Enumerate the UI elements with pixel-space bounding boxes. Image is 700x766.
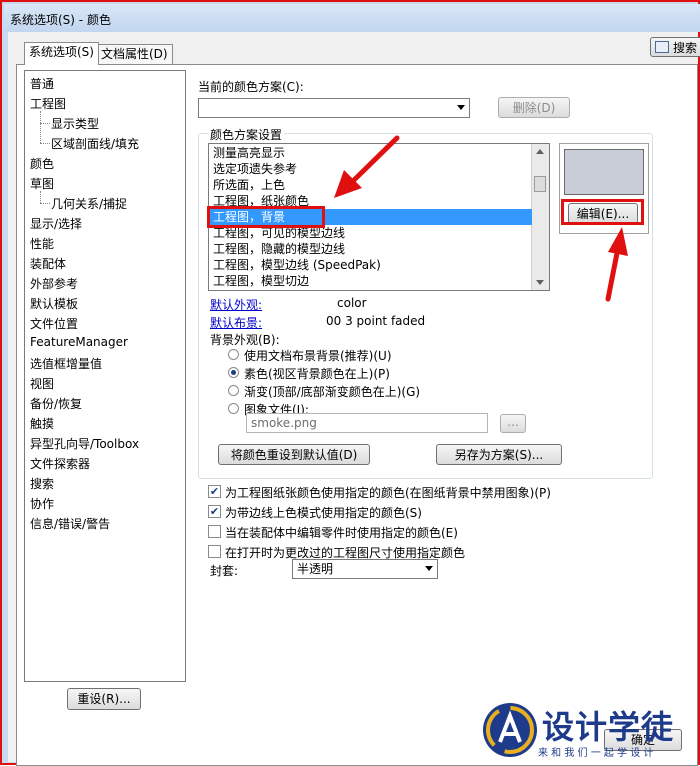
tab-system-options[interactable]: 系统选项(S) bbox=[24, 42, 99, 65]
arrow-line-1 bbox=[349, 135, 400, 185]
annotation-arrows bbox=[334, 135, 628, 302]
arrow-head-2 bbox=[608, 227, 628, 256]
watermark-logo: 设计学徒 来 和 我 们 一 起 学 设 计 bbox=[476, 698, 696, 760]
watermark-name: 设计学徒 bbox=[542, 708, 675, 746]
arrow-line-2 bbox=[605, 245, 621, 302]
logo-icon bbox=[483, 703, 537, 757]
watermark-slogan: 来 和 我 们 一 起 学 设 计 bbox=[538, 748, 654, 759]
